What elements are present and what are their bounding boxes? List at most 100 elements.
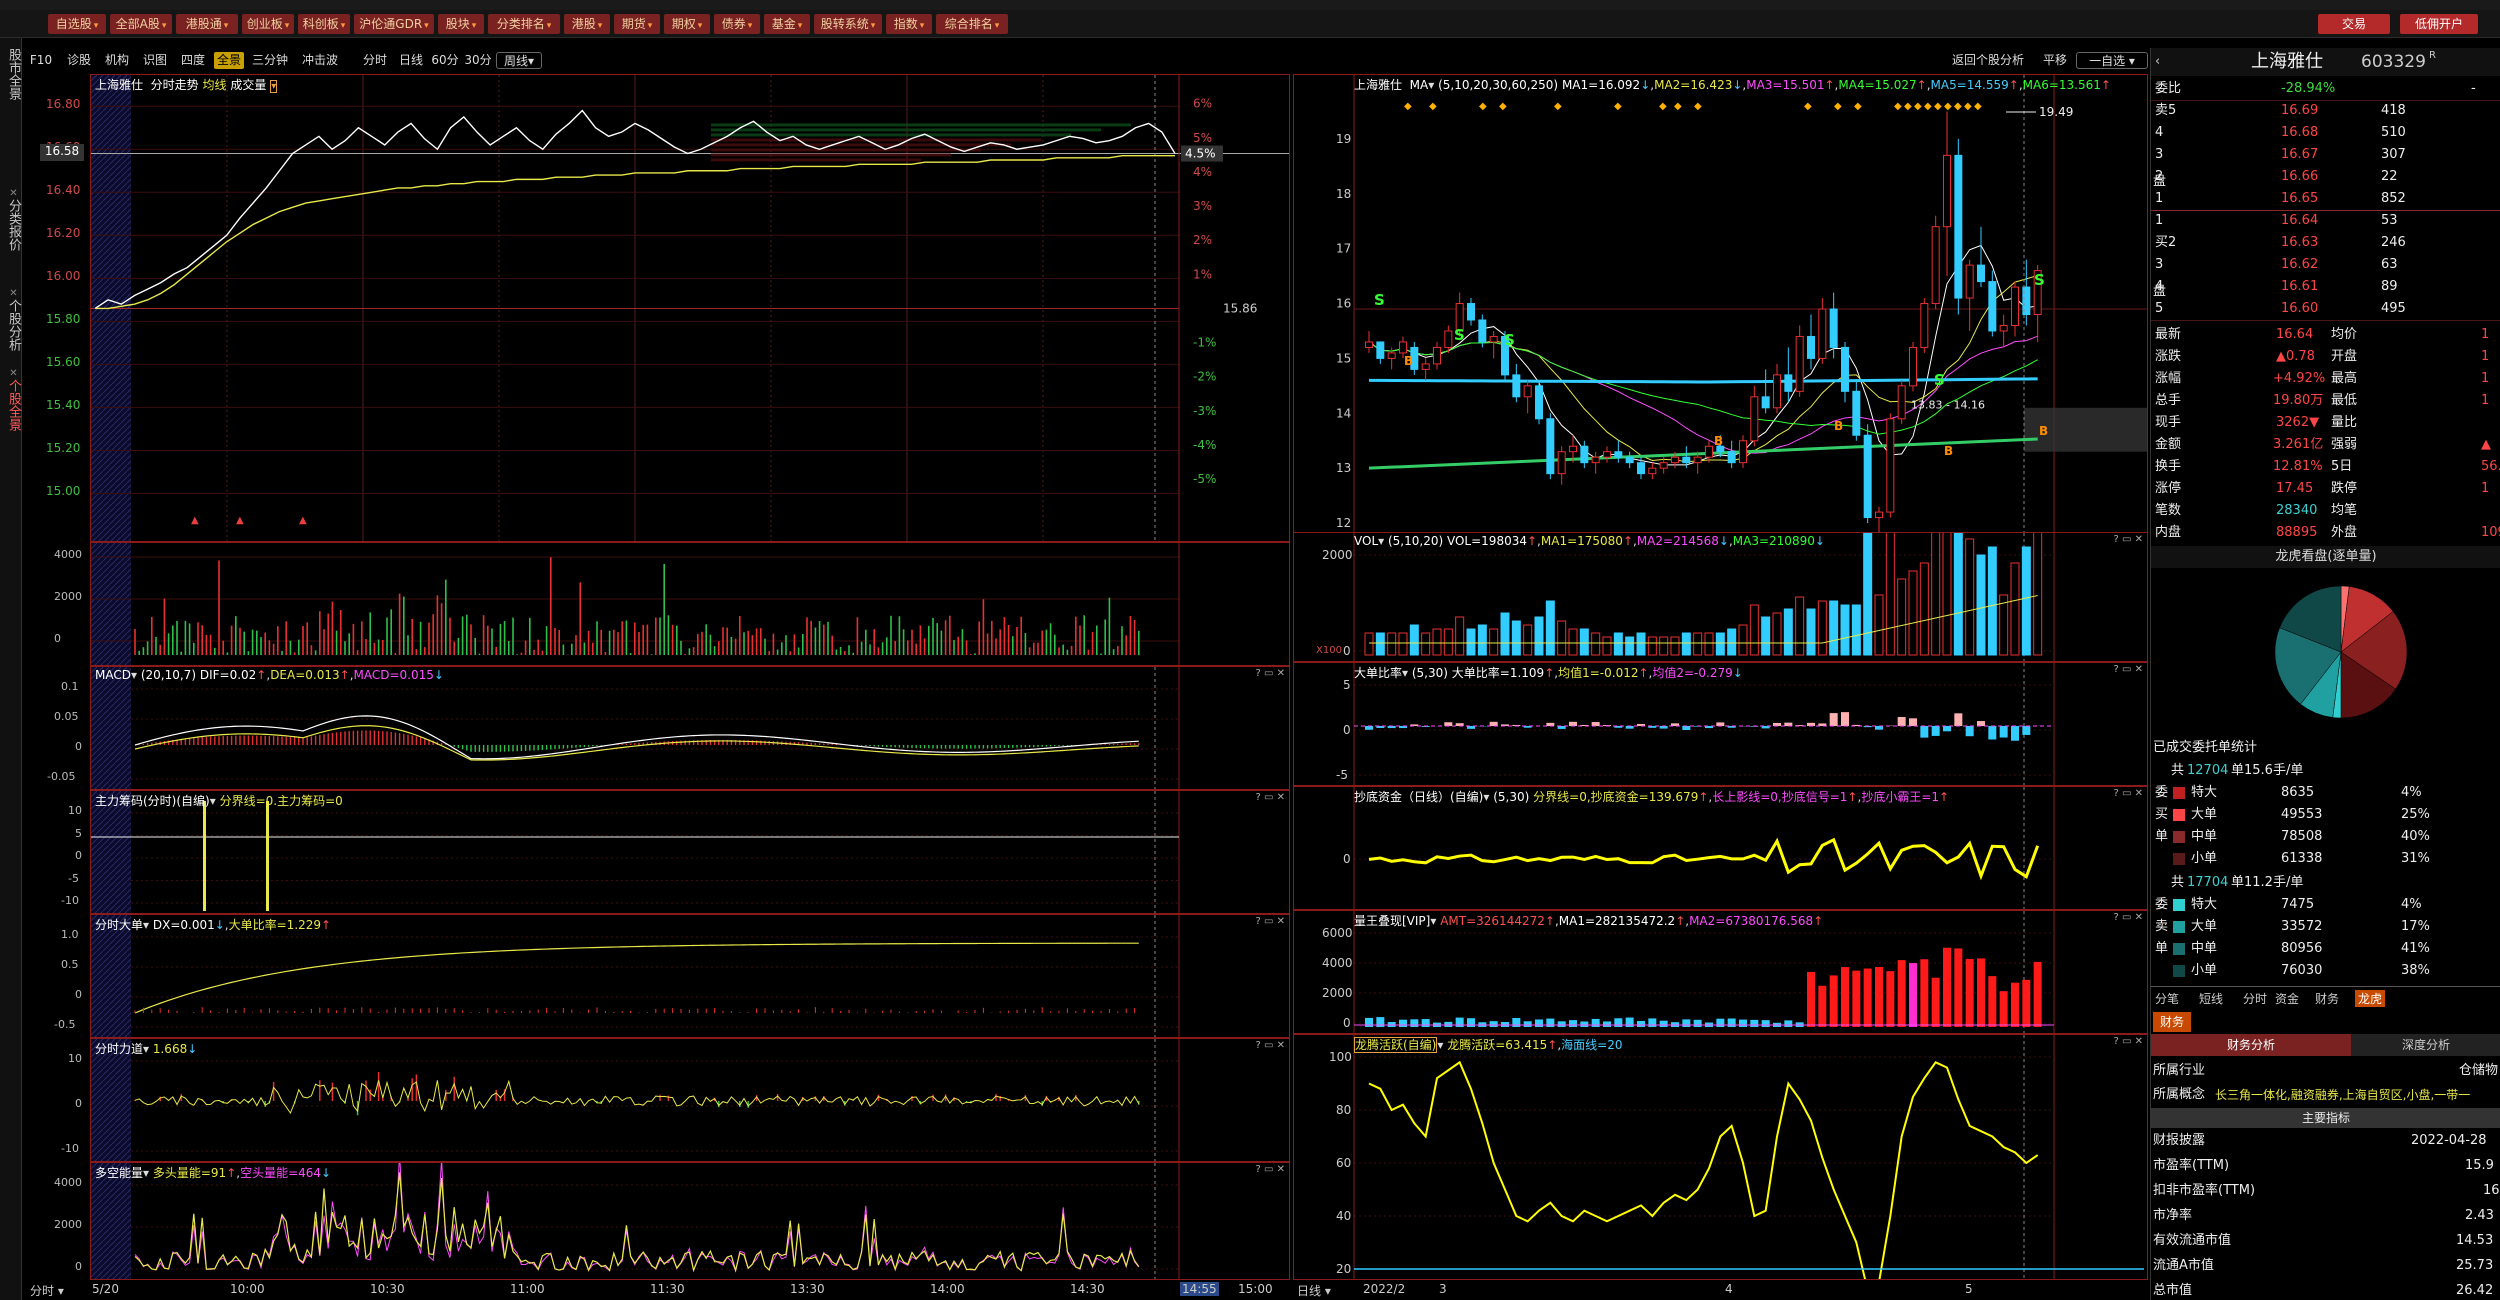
- ltjy-pane[interactable]: 龙腾活跃(自编)▾ 龙腾活跃=63.415↑,海面线=20 ? ▭ ✕ 100 8…: [1293, 1034, 2148, 1280]
- pane-controls[interactable]: ? ▭ ✕: [1256, 668, 1286, 679]
- rp-tab-5[interactable]: 龙虎: [2355, 990, 2386, 1007]
- quote-val: 3262▼: [2276, 415, 2320, 430]
- fin-subtab-1[interactable]: 深度分析: [2351, 1034, 2500, 1056]
- period-0[interactable]: 分时: [358, 52, 392, 69]
- pane-controls[interactable]: ? ▭ ✕: [1256, 1164, 1286, 1175]
- fin-subtab-0[interactable]: 财务分析: [2151, 1034, 2351, 1056]
- ddbl-pane[interactable]: 大单比率▾ (5,30) 大单比率=1.109↑,均值1=-0.012↑,均值2…: [1293, 662, 2148, 786]
- rp-tab-4[interactable]: 财务: [2315, 990, 2339, 1007]
- rp-tab-3[interactable]: 资金: [2275, 990, 2299, 1007]
- kline-volume-pane[interactable]: VOL▾ (5,10,20) VOL=198034↑,MA1=175080↑,M…: [1293, 532, 2148, 662]
- pane-controls[interactable]: ? ▭ ✕: [2114, 912, 2144, 923]
- period-4[interactable]: 周线▾: [496, 52, 542, 69]
- pane-controls[interactable]: ? ▭ ✕: [1256, 792, 1286, 803]
- time-tick-7: 14:30: [1070, 1282, 1105, 1296]
- fin-row-0: 财报披露 2022-04-28: [2151, 1130, 2500, 1152]
- lwdx-bar: [1988, 976, 1997, 1027]
- lwdx-bar: [1569, 1020, 1577, 1027]
- fin-row-3: 市净率 2.43: [2151, 1205, 2500, 1227]
- fsld-pane[interactable]: 分时力道▾ 1.668↓ ? ▭ ✕: [90, 1038, 1290, 1162]
- menu-5[interactable]: 沪伦通GDR ▾: [354, 14, 434, 34]
- cdzj-pane[interactable]: 抄底资金（日线）(自编)▾ (5,30) 分界线=0,抄底资金=139.679↑…: [1293, 786, 2148, 910]
- kvol-bar: [1885, 533, 1895, 656]
- lwdx-bar: [1818, 985, 1827, 1027]
- close-icon[interactable]: ✕: [8, 288, 19, 299]
- pane-controls[interactable]: ? ▭ ✕: [2114, 534, 2144, 545]
- intraday-volume-pane[interactable]: [90, 542, 1290, 666]
- pie-title: 龙虎看盘(逐单量): [2151, 546, 2500, 568]
- tool-5[interactable]: 全景: [214, 52, 244, 69]
- menu-7[interactable]: 分类排名 ▾: [488, 14, 560, 34]
- candle-body: [1693, 456, 1702, 464]
- svg_macd-tick-3: -0.05: [47, 770, 76, 783]
- tool-2[interactable]: 机构: [100, 52, 134, 69]
- fsdd-pane[interactable]: 分时大单▾ DX=0.001↓,大单比率=1.229↑ ? ▭ ✕: [90, 914, 1290, 1038]
- tool-1[interactable]: 诊股: [62, 52, 96, 69]
- menu-8[interactable]: 港股 ▾: [564, 14, 610, 34]
- menu-1[interactable]: 全部A股 ▾: [110, 14, 172, 34]
- rp-tab-2[interactable]: 分时: [2243, 990, 2267, 1007]
- menu-13[interactable]: 股转系统 ▾: [814, 14, 882, 34]
- dropdown-icon[interactable]: ▾: [270, 80, 278, 93]
- menu-10[interactable]: 期权 ▾: [664, 14, 710, 34]
- tool-7[interactable]: 冲击波: [296, 52, 344, 69]
- period-3[interactable]: 30分: [462, 52, 494, 69]
- intraday-chart-pane[interactable]: 上海雅仕 分时走势 均线 成交量 ▾ ▲ ▲ ▲ 6% 5% 4% 3% 2% 1% -1% -2%…: [90, 74, 1290, 542]
- menu-0[interactable]: 自选股 ▾: [48, 14, 106, 34]
- menu-12[interactable]: 基金 ▾: [764, 14, 810, 34]
- pane-controls[interactable]: ? ▭ ✕: [2114, 1036, 2144, 1047]
- pane-controls[interactable]: ? ▭ ✕: [2114, 664, 2144, 675]
- menu-2[interactable]: 港股通 ▾: [176, 14, 238, 34]
- menu-9[interactable]: 期货 ▾: [614, 14, 660, 34]
- close-icon[interactable]: ✕: [8, 188, 19, 199]
- pane-controls[interactable]: ? ▭ ✕: [1256, 916, 1286, 927]
- back-icon[interactable]: ‹: [2155, 48, 2160, 76]
- menu-15[interactable]: 综合排名 ▾: [936, 14, 1008, 34]
- nav-tab-2[interactable]: ✕个股分析: [0, 288, 21, 351]
- period-1[interactable]: 日线: [394, 52, 428, 69]
- lwdx-pane[interactable]: 量王叠现[VIP]▾ AMT=326144272↑,MA1=282135472.…: [1293, 910, 2148, 1034]
- flat-button[interactable]: 平移: [2040, 52, 2070, 69]
- kvol-header: VOL▾ (5,10,20) VOL=198034↑,MA1=175080↑,M…: [1354, 534, 1825, 548]
- dkn-pane[interactable]: 多空能量▾ 多头量能=91↑,空头量能=464↓ ? ▭ ✕: [90, 1162, 1290, 1280]
- menu-4[interactable]: 科创板 ▾: [298, 14, 350, 34]
- rp-tab-0[interactable]: 分笔: [2155, 990, 2179, 1007]
- close-icon[interactable]: ✕: [8, 368, 19, 379]
- time-tick-0: 5/20: [92, 1282, 119, 1296]
- date-axis-left[interactable]: 日线 ▾: [1297, 1282, 1331, 1299]
- ddbl-bar: [1716, 722, 1725, 726]
- time-tick-4: 11:30: [650, 1282, 685, 1296]
- quote-key: 换手: [2155, 459, 2182, 474]
- menu-3[interactable]: 创业板 ▾: [242, 14, 294, 34]
- tool-6[interactable]: 三分钟: [246, 52, 294, 69]
- nav-tab-1[interactable]: ✕分类报价: [0, 188, 21, 251]
- back-to-analysis[interactable]: 返回个股分析: [1940, 52, 2036, 69]
- fin-tab[interactable]: 财务: [2153, 1012, 2191, 1032]
- period-2[interactable]: 60分: [428, 52, 462, 69]
- quote-val: +4.92%: [2273, 371, 2326, 386]
- kvol-bar: [1772, 612, 1782, 656]
- depth-bar: [711, 153, 951, 157]
- nav-tab-0[interactable]: 股市全景: [0, 48, 21, 100]
- pane-controls[interactable]: ? ▭ ✕: [1256, 1040, 1286, 1051]
- tool-0[interactable]: F10: [28, 52, 54, 69]
- rp-tab-1[interactable]: 短线: [2199, 990, 2223, 1007]
- chart-toolbar: F10 诊股 机构 识图 四度 全景 三分钟 冲击波 分时 日线 60分 30分 周线▾: [22, 48, 1290, 72]
- macd-pane[interactable]: MACD▾ (20,10,7) DIF=0.02↑,DEA=0.013↑,MAC…: [90, 666, 1290, 790]
- watchlist-select[interactable]: 一自选 ▾: [2076, 52, 2148, 69]
- alert-marker-1: ▲: [236, 515, 244, 526]
- nav-tab-3[interactable]: ✕个股全景: [0, 368, 21, 431]
- tool-3[interactable]: 识图: [138, 52, 172, 69]
- lwdx-bar: [1739, 1019, 1747, 1027]
- pct-tick-1: 5%: [1193, 131, 1212, 145]
- menu-11[interactable]: 债券 ▾: [714, 14, 760, 34]
- kline-chart-pane[interactable]: 上海雅仕 MA▾ (5,10,20,30,60,250) MA1=16.092↓…: [1293, 74, 2148, 544]
- menu-14[interactable]: 指数 ▾: [886, 14, 932, 34]
- menu-6[interactable]: 股块 ▾: [438, 14, 484, 34]
- pane-controls[interactable]: ? ▭ ✕: [2114, 788, 2144, 799]
- time-axis-left[interactable]: 分时 ▾: [30, 1282, 64, 1299]
- zlcm-pane[interactable]: 主力筹码(分时)(自编)▾ 分界线=0.主力筹码=0 ? ▭ ✕: [90, 790, 1290, 914]
- open-account-button[interactable]: 低佣开户: [2400, 14, 2478, 34]
- tool-4[interactable]: 四度: [176, 52, 210, 69]
- trade-button[interactable]: 交易: [2318, 14, 2390, 34]
